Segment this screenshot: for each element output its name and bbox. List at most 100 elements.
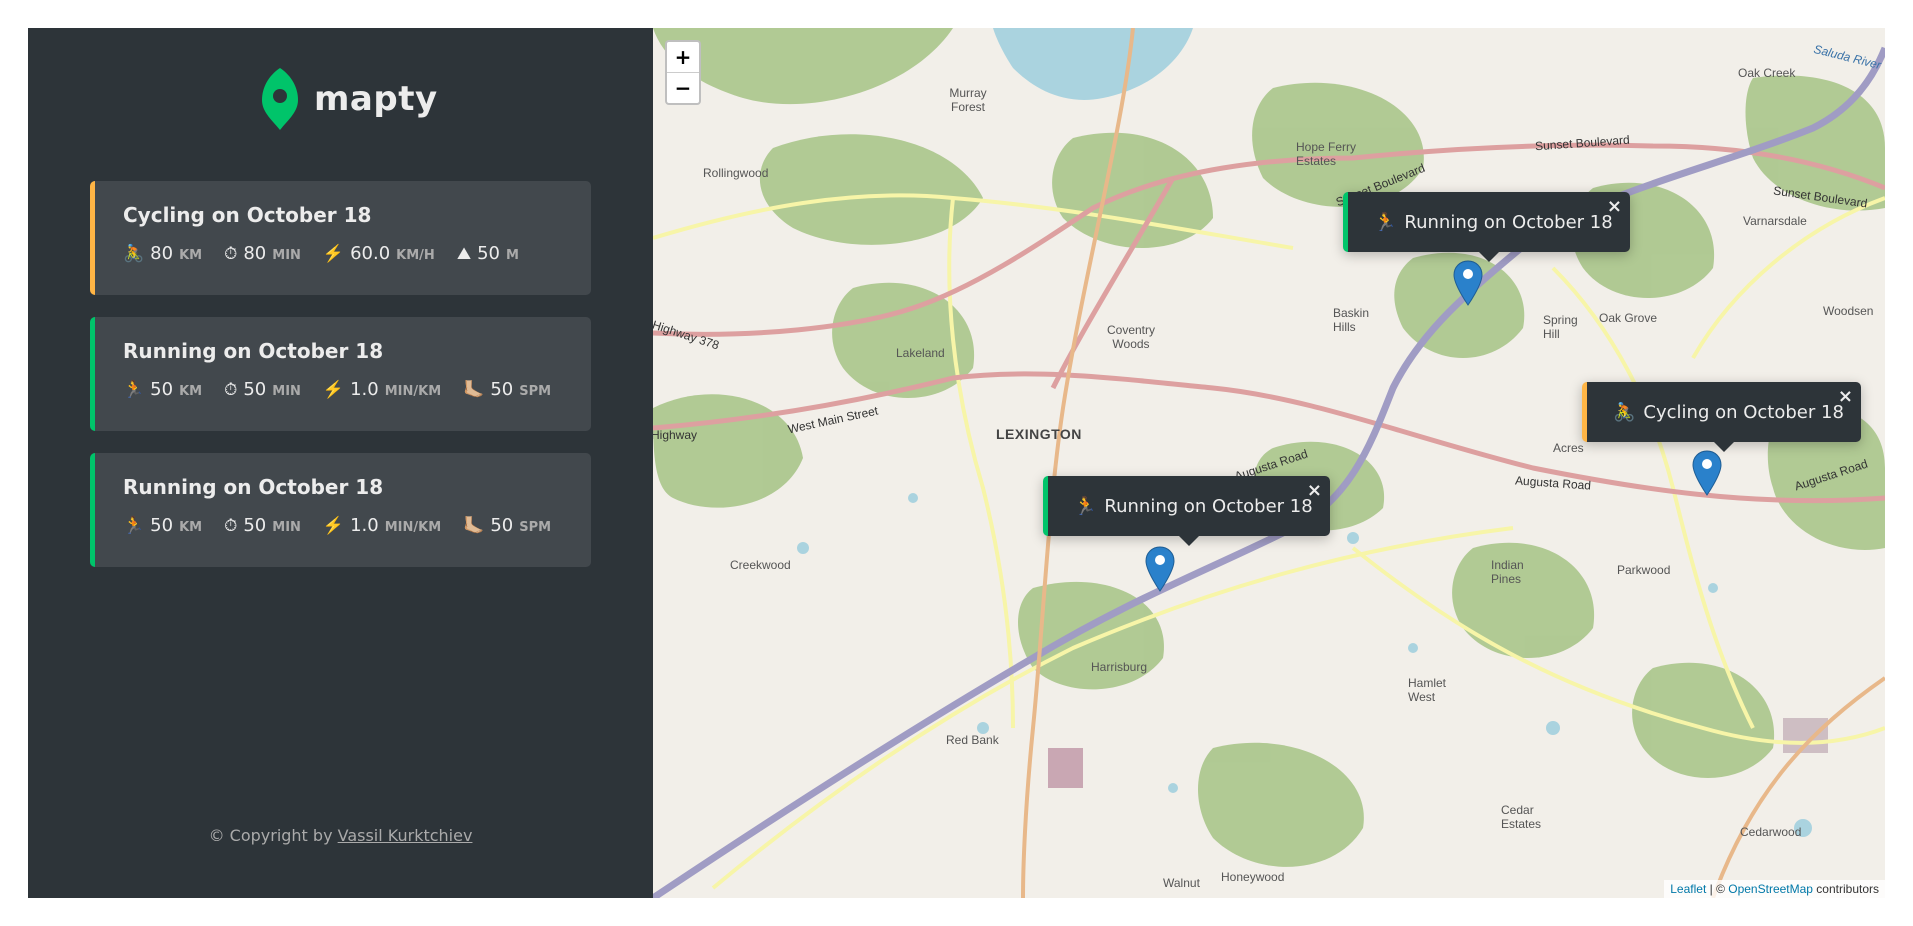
duration-unit: min [272, 520, 301, 535]
foot-icon: 🦶🏼 [463, 380, 485, 400]
workout-popup[interactable]: 🚴 Cycling on October 18 × [1582, 382, 1861, 452]
place-label: Baskin Hills [1333, 306, 1370, 334]
map-marker-icon[interactable] [1145, 546, 1175, 592]
cadence-unit: spm [519, 384, 552, 399]
place-label: Hope Ferry Estates [1296, 140, 1357, 168]
leaflet-link[interactable]: Leaflet [1670, 882, 1706, 896]
place-label: Hamlet West [1408, 676, 1447, 704]
close-icon[interactable]: × [1307, 480, 1322, 501]
popup-tip [1714, 442, 1734, 452]
map-marker-icon[interactable] [1453, 260, 1483, 306]
distance-value: 50 [150, 379, 174, 400]
map-marker-icon[interactable] [1692, 450, 1722, 496]
workout-list: Cycling on October 18 🚴 80 km ⏱ 80 min ⚡… [90, 181, 591, 589]
speed-detail: ⚡️ 60.0 km/h [323, 243, 435, 264]
cadence-unit: spm [519, 520, 552, 535]
place-label: Lakeland [896, 346, 945, 360]
close-icon[interactable]: × [1838, 386, 1853, 407]
workout-item-running[interactable]: Running on October 18 🏃 50 km ⏱ 50 min ⚡… [90, 453, 591, 567]
attribution-separator: | © [1706, 882, 1729, 896]
lightning-icon: ⚡️ [322, 516, 345, 536]
stopwatch-icon: ⏱ [224, 380, 238, 400]
workout-details: 🏃 50 km ⏱ 50 min ⚡️ 1.0 min/km [123, 379, 563, 400]
distance-unit: km [179, 248, 203, 263]
duration-detail: ⏱ 80 min [224, 243, 301, 264]
place-label: Creekwood [730, 558, 791, 572]
pace-unit: min/km [384, 384, 442, 399]
popup-text: Running on October 18 [1404, 211, 1613, 233]
map[interactable]: Murray Forest Rollingwood Hope Ferry Est… [653, 28, 1885, 898]
place-label: Woodsen [1823, 304, 1874, 318]
copyright: © Copyright by Vassil Kurktchiev [28, 826, 653, 845]
place-label: Murray Forest [949, 86, 987, 114]
place-label: Honeywood [1221, 870, 1285, 884]
pace-unit: min/km [384, 520, 442, 535]
distance-detail: 🚴 80 km [123, 243, 202, 264]
pace-value: 1.0 [350, 515, 379, 536]
runner-icon: 🏃 [1374, 211, 1397, 233]
lightning-icon: ⚡️ [322, 244, 345, 264]
city-label-lexington: LEXINGTON [996, 426, 1082, 442]
zoom-out-button[interactable]: − [667, 73, 699, 103]
elevation-detail: ⛰ 50 m [457, 243, 519, 264]
place-label: Red Bank [946, 733, 999, 747]
distance-value: 50 [150, 515, 174, 536]
workout-title: Running on October 18 [123, 475, 384, 499]
distance-detail: 🏃 50 km [123, 379, 202, 400]
bicycle-icon: 🚴 [123, 244, 145, 264]
workout-popup[interactable]: 🏃 Running on October 18 × [1043, 476, 1330, 546]
place-label: Indian Pines [1491, 558, 1524, 586]
cadence-detail: 🦶🏼 50 spm [463, 379, 551, 400]
popup-tip [1179, 536, 1199, 546]
place-label: Acres [1553, 441, 1584, 455]
popup-text: Running on October 18 [1104, 495, 1313, 517]
zoom-control: + − [665, 40, 701, 105]
distance-unit: km [179, 384, 203, 399]
popup-text: Cycling on October 18 [1643, 401, 1844, 423]
author-link[interactable]: Vassil Kurktchiev [338, 826, 473, 845]
cadence-detail: 🦶🏼 50 spm [463, 515, 551, 536]
attribution-suffix: contributors [1812, 882, 1879, 896]
place-label: Walnut [1163, 876, 1200, 890]
bicycle-icon: 🚴 [1613, 401, 1636, 423]
pace-detail: ⚡️ 1.0 min/km [323, 379, 441, 400]
workout-details: 🚴 80 km ⏱ 80 min ⚡️ 60.0 km/h [123, 243, 563, 264]
place-label: Cedarwood [1740, 825, 1802, 839]
place-label: Harrisburg [1091, 660, 1148, 674]
popup-tip [1479, 252, 1499, 262]
openstreetmap-link[interactable]: OpenStreetMap [1728, 882, 1813, 896]
place-label: Oak Creek [1738, 66, 1796, 80]
stopwatch-icon: ⏱ [224, 244, 238, 264]
runner-icon: 🏃 [1074, 495, 1097, 517]
speed-unit: km/h [396, 248, 435, 263]
workout-details: 🏃 50 km ⏱ 50 min ⚡️ 1.0 min/km [123, 515, 563, 536]
copyright-prefix: © Copyright by [208, 826, 338, 845]
workout-popup[interactable]: 🏃 Running on October 18 × [1343, 192, 1630, 262]
runner-icon: 🏃 [123, 516, 145, 536]
elevation-value: 50 [477, 243, 500, 264]
zoom-in-button[interactable]: + [667, 42, 699, 73]
map-attribution: Leaflet | © OpenStreetMap contributors [1664, 880, 1885, 898]
stopwatch-icon: ⏱ [224, 516, 238, 536]
runner-icon: 🏃 [123, 380, 145, 400]
road-label: Highway [653, 428, 698, 442]
app: mapty Cycling on October 18 🚴 80 km ⏱ 80… [28, 28, 1885, 898]
distance-value: 80 [150, 243, 174, 264]
workout-title: Cycling on October 18 [123, 203, 372, 227]
pace-detail: ⚡️ 1.0 min/km [323, 515, 441, 536]
duration-value: 50 [243, 515, 267, 536]
place-label: Parkwood [1617, 563, 1671, 577]
workout-item-running[interactable]: Running on October 18 🏃 50 km ⏱ 50 min ⚡… [90, 317, 591, 431]
cadence-value: 50 [490, 515, 514, 536]
duration-detail: ⏱ 50 min [224, 379, 301, 400]
place-label: Coventry Woods [1106, 323, 1156, 351]
sidebar: mapty Cycling on October 18 🚴 80 km ⏱ 80… [28, 28, 653, 898]
speed-value: 60.0 [350, 243, 391, 264]
workout-title: Running on October 18 [123, 339, 384, 363]
place-label: Cedar Estates [1501, 803, 1542, 831]
location-pin-logo-icon [262, 68, 298, 130]
workout-item-cycling[interactable]: Cycling on October 18 🚴 80 km ⏱ 80 min ⚡… [90, 181, 591, 295]
close-icon[interactable]: × [1607, 196, 1622, 217]
duration-value: 80 [243, 243, 267, 264]
duration-unit: min [272, 384, 301, 399]
